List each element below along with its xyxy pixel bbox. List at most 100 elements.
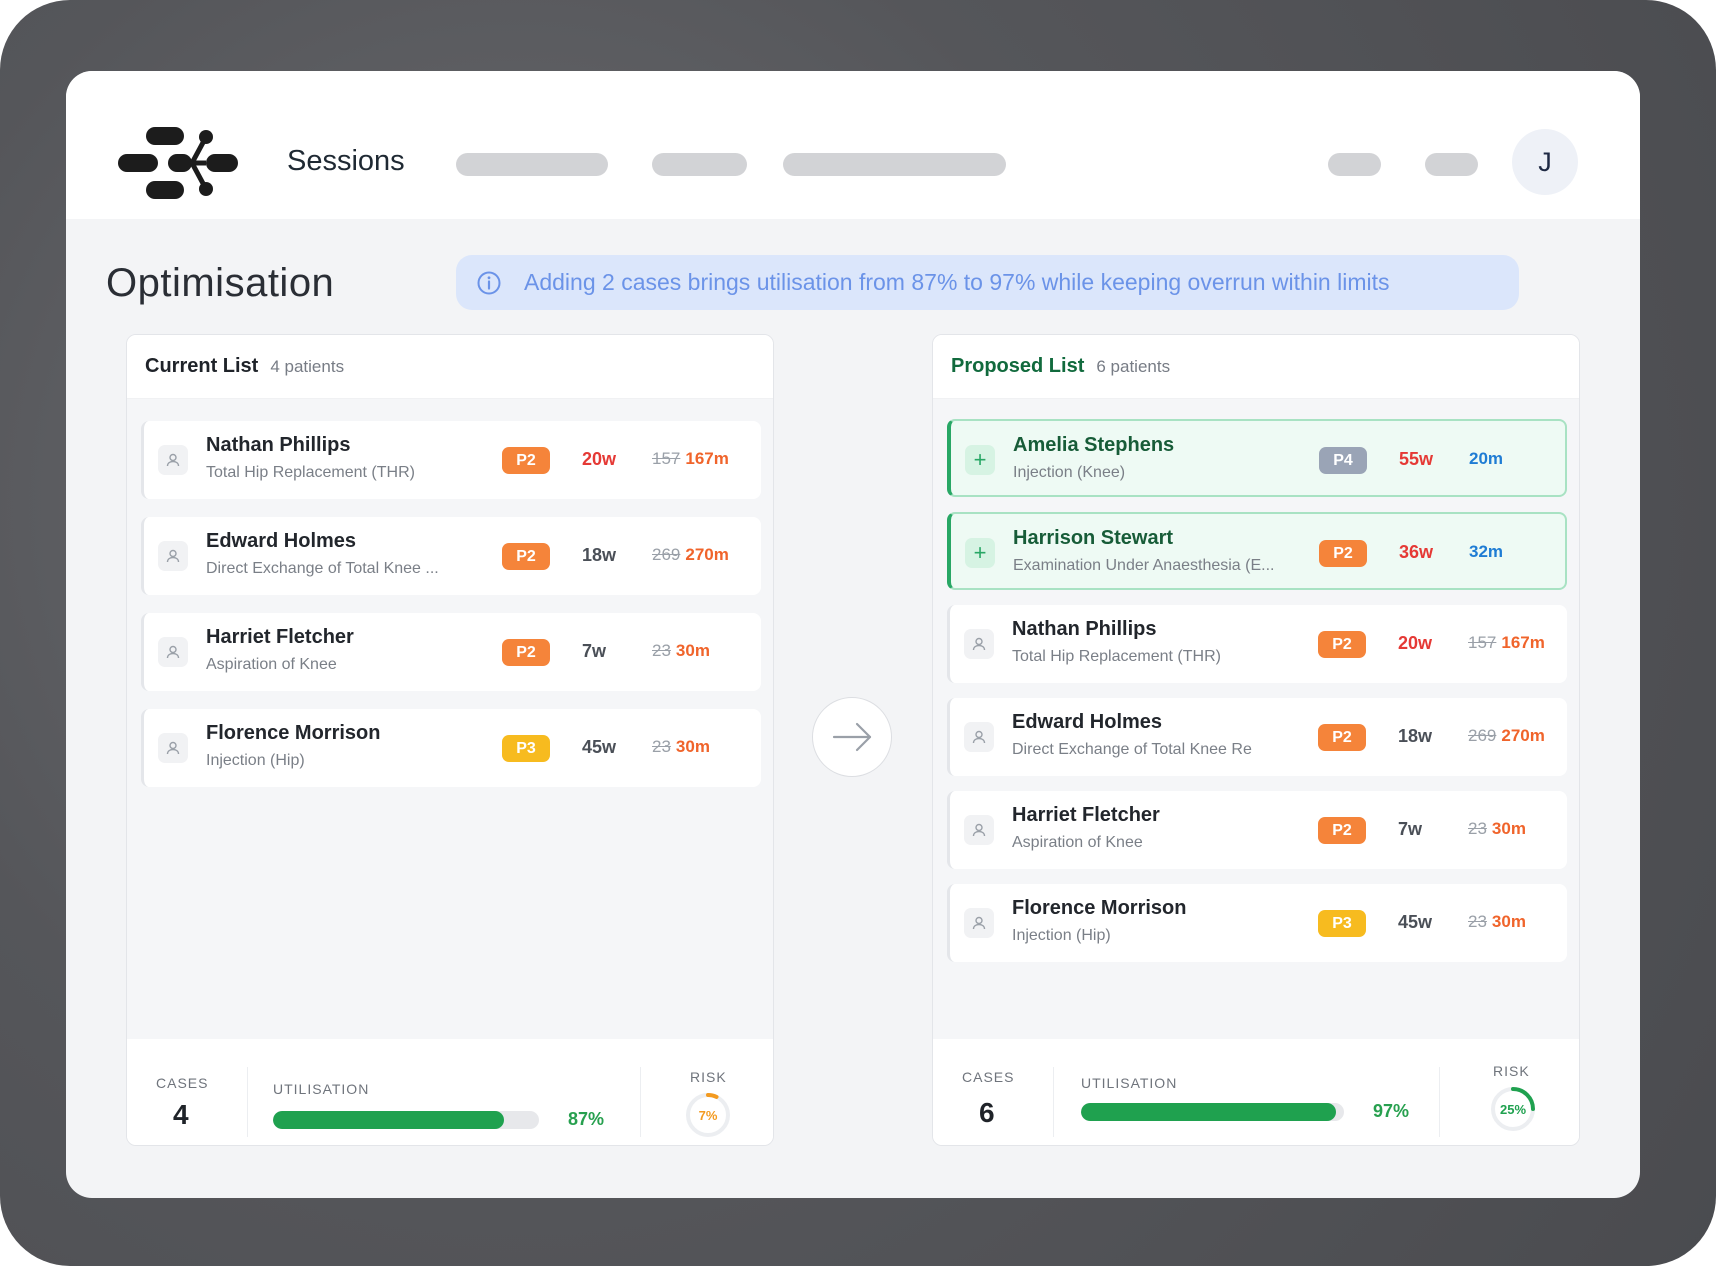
duration-new: 270m	[685, 545, 729, 564]
priority-badge: P2	[502, 543, 550, 570]
risk-percent: 25%	[1500, 1102, 1526, 1117]
duration: 23 30m	[1468, 912, 1526, 932]
arrow-right-icon	[832, 722, 872, 752]
patient-row[interactable]: Edward Holmes Direct Exchange of Total Kn…	[141, 517, 761, 595]
nav-placeholder-2[interactable]	[652, 153, 747, 176]
current-list-title: Current List	[145, 355, 259, 377]
risk-percent: 7%	[699, 1108, 718, 1123]
proposed-list-count: 6 patients	[1096, 356, 1171, 376]
footer-divider	[640, 1067, 641, 1137]
patient-row[interactable]: Florence Morrison Injection (Hip) P3 45w 23 3…	[141, 709, 761, 787]
procedure-name: Total Hip Replacement (THR)	[1012, 648, 1221, 665]
duration: 157 167m	[1468, 633, 1545, 653]
footer-divider	[247, 1067, 248, 1137]
cases-count: 6	[979, 1097, 995, 1128]
duration-new: 270m	[1501, 726, 1545, 745]
procedure-name: Direct Exchange of Total Knee Re	[1012, 741, 1252, 758]
patient-icon	[964, 722, 994, 752]
risk-gauge: 7%	[686, 1093, 730, 1137]
duration-new: 167m	[685, 449, 729, 468]
duration: 269 270m	[652, 545, 729, 565]
cases-label: CASES	[156, 1075, 209, 1091]
duration: 32m	[1469, 542, 1503, 562]
current-list-count: 4 patients	[270, 356, 345, 376]
wait-time: 20w	[1398, 633, 1433, 653]
patient-icon	[158, 541, 188, 571]
patient-row[interactable]: Florence Morrison Injection (Hip) P3 45w 23 3…	[947, 884, 1567, 962]
patient-row[interactable]: Nathan Phillips Total Hip Replacement (TH…	[947, 605, 1567, 683]
duration-previous: 269	[1468, 726, 1497, 745]
utilisation-bar-fill	[273, 1111, 505, 1129]
procedure-name: Total Hip Replacement (THR)	[206, 464, 415, 481]
added-patient-row[interactable]: + Amelia Stephens Injection (Knee) P4 55w 20m	[947, 419, 1567, 497]
patient-icon	[158, 637, 188, 667]
patient-row[interactable]: Harriet Fletcher Aspiration of Knee P2 7w 23…	[141, 613, 761, 691]
wait-time: 7w	[582, 641, 607, 661]
proposed-list-title: Proposed List	[951, 355, 1085, 377]
nav-sessions-link[interactable]: Sessions	[287, 145, 405, 178]
procedure-name: Aspiration of Knee	[206, 656, 337, 673]
duration-value: 32m	[1469, 542, 1504, 561]
procedure-name: Injection (Hip)	[206, 752, 305, 769]
duration-new: 30m	[675, 737, 710, 756]
priority-badge: P3	[502, 735, 550, 762]
duration: 23 30m	[652, 737, 710, 757]
patient-icon	[158, 733, 188, 763]
user-avatar[interactable]: J	[1512, 129, 1578, 195]
wait-time: 45w	[1398, 912, 1433, 932]
priority-badge: P4	[1319, 447, 1367, 474]
risk-gauge: 25%	[1491, 1087, 1535, 1131]
duration-new: 167m	[1501, 633, 1545, 652]
patient-row[interactable]: Nathan Phillips Total Hip Replacement (TH…	[141, 421, 761, 499]
duration-previous: 23	[652, 641, 671, 660]
duration-previous: 23	[1468, 819, 1487, 838]
app-logo[interactable]	[118, 125, 242, 201]
priority-badge: P2	[1319, 540, 1367, 567]
procedure-name: Direct Exchange of Total Knee ...	[206, 560, 439, 577]
nav-placeholder-5[interactable]	[1425, 153, 1478, 176]
patient-name: Edward Holmes	[1012, 711, 1163, 733]
risk-label: RISK	[690, 1069, 727, 1085]
page-title: Optimisation	[106, 261, 335, 305]
utilisation-percent: 87%	[568, 1109, 605, 1129]
banner-text: Adding 2 cases brings utilisation from 8…	[524, 269, 1390, 295]
nav-placeholder-4[interactable]	[1328, 153, 1381, 176]
current-list-footer: CASES 4 UTILISATION 87% RISK 7%	[127, 1039, 773, 1145]
footer-divider	[1053, 1067, 1054, 1137]
procedure-name: Injection (Knee)	[1013, 464, 1126, 481]
app-window: Sessions J Optimisation Adding 2 cases b…	[66, 71, 1640, 1198]
duration: 269 270m	[1468, 726, 1545, 746]
wait-time: 18w	[1398, 726, 1433, 746]
patient-icon	[158, 445, 188, 475]
patient-name: Florence Morrison	[1012, 897, 1187, 919]
current-list-rows: Nathan Phillips Total Hip Replacement (TH…	[127, 399, 773, 1039]
procedure-name: Aspiration of Knee	[1012, 834, 1143, 851]
duration: 23 30m	[1468, 819, 1526, 839]
wait-time: 18w	[582, 545, 617, 565]
proposed-list-panel: Proposed List 6 patients + Amelia Stephen…	[932, 334, 1580, 1146]
utilisation-label: UTILISATION	[273, 1081, 370, 1097]
wait-time: 55w	[1399, 449, 1434, 469]
priority-badge: P2	[1318, 724, 1366, 751]
wait-time: 36w	[1399, 542, 1434, 562]
apply-arrow-button[interactable]	[812, 697, 892, 777]
utilisation-bar	[1081, 1103, 1344, 1121]
nav-placeholder-3[interactable]	[783, 153, 1006, 176]
top-nav-bar: Sessions J	[66, 71, 1640, 219]
proposed-list-footer: CASES 6 UTILISATION 97% RISK 25%	[933, 1039, 1579, 1145]
added-patient-row[interactable]: + Harrison Stewart Examination Under Anaes…	[947, 512, 1567, 590]
duration-new: 30m	[675, 641, 710, 660]
patient-name: Amelia Stephens	[1013, 434, 1175, 456]
patient-name: Harrison Stewart	[1013, 527, 1174, 549]
patient-row[interactable]: Edward Holmes Direct Exchange of Total Kn…	[947, 698, 1567, 776]
proposed-list-rows: + Amelia Stephens Injection (Knee) P4 55w 20m…	[933, 399, 1579, 1039]
footer-divider	[1439, 1067, 1440, 1137]
duration-previous: 23	[652, 737, 671, 756]
patient-name: Nathan Phillips	[206, 434, 351, 456]
nav-placeholder-1[interactable]	[456, 153, 608, 176]
current-list-header: Current List 4 patients	[127, 335, 773, 399]
patient-icon	[964, 815, 994, 845]
patient-icon	[964, 908, 994, 938]
patient-row[interactable]: Harriet Fletcher Aspiration of Knee P2 7w 23…	[947, 791, 1567, 869]
priority-badge: P2	[502, 639, 550, 666]
